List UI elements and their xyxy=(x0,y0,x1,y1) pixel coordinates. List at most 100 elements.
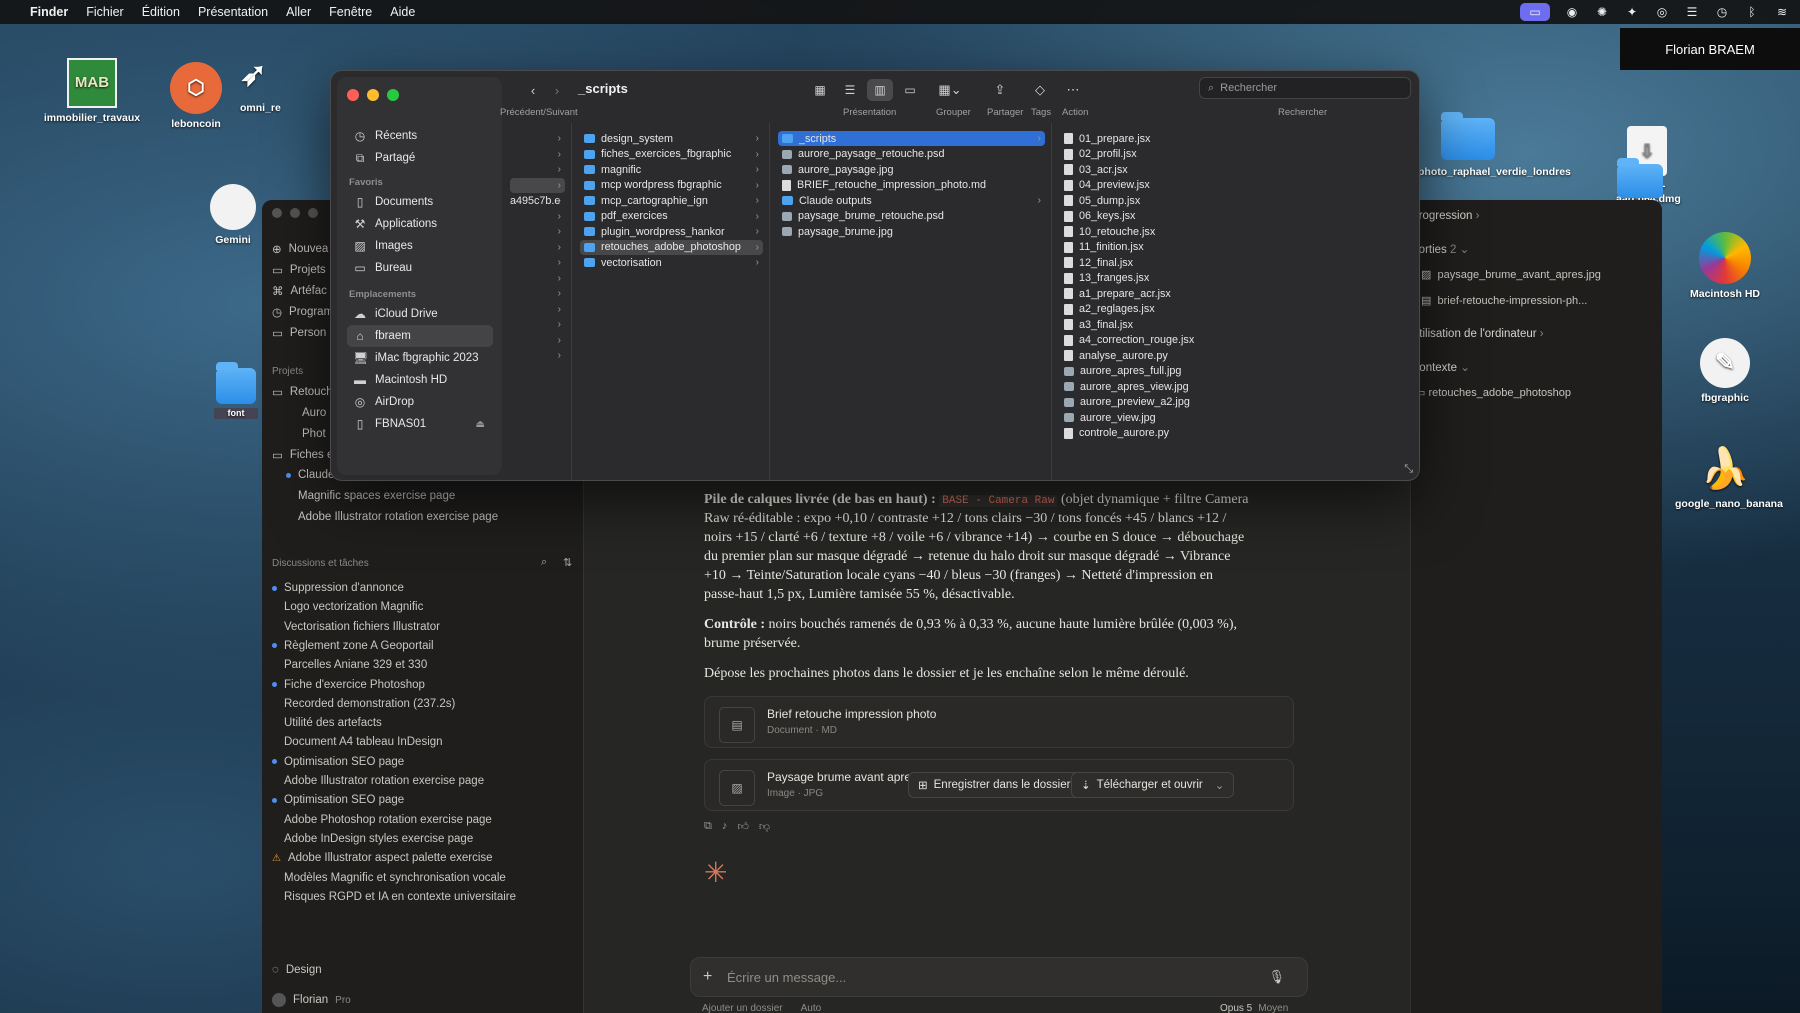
discussion-item[interactable]: Document A4 tableau InDesign xyxy=(272,733,443,751)
discussion-item[interactable]: Suppression d'annonce xyxy=(272,579,404,597)
discussion-item[interactable]: Modèles Magnific et synchronisation voca… xyxy=(272,869,506,887)
message-composer[interactable]: + Écrire un message... 🎙︎ xyxy=(690,957,1308,997)
zoom-button[interactable] xyxy=(308,208,318,218)
desktop-icon-folder[interactable] xyxy=(1615,158,1665,202)
file-row[interactable]: 04_preview.jsx xyxy=(1060,178,1415,193)
sparkle-icon[interactable]: ✦ xyxy=(1624,5,1640,19)
file-row[interactable]: 06_keys.jsx xyxy=(1060,209,1415,224)
sidebar-item-design[interactable]: ◌ Design xyxy=(272,961,322,979)
sidebar-item-artifacts[interactable]: ⌘ Artéfac xyxy=(272,282,327,300)
file-row[interactable]: fiches_exercices_fbgraphic › xyxy=(580,147,763,162)
discussion-item[interactable]: Adobe Illustrator rotation exercise page xyxy=(272,772,484,790)
project-retouch[interactable]: ▭ Retouch xyxy=(272,383,333,401)
file-row[interactable]: aurore_apres_full.jpg xyxy=(1060,364,1415,379)
speaker-icon[interactable]: ♪ xyxy=(722,820,728,833)
sidebar-item-recents[interactable]: ◷ Récents xyxy=(347,125,493,147)
file-row[interactable]: a1_prepare_acr.jsx xyxy=(1060,286,1415,301)
column-view-icon[interactable]: ▥ xyxy=(867,79,893,101)
progression-section[interactable]: Progression › xyxy=(1411,210,1479,222)
account-menu[interactable]: Florian Pro xyxy=(272,991,351,1009)
desktop-icon-photo-raphael[interactable]: photo_raphael_verdie_londres xyxy=(1418,112,1571,179)
zoom-button[interactable] xyxy=(387,89,399,101)
file-row[interactable]: _scripts › xyxy=(778,131,1045,146)
eye-icon[interactable]: ◎ xyxy=(1654,5,1670,19)
file-row[interactable]: aurore_apres_view.jpg xyxy=(1060,379,1415,394)
drive-icon[interactable]: ☰ xyxy=(1684,5,1700,19)
microphone-icon[interactable]: 🎙︎ xyxy=(1268,969,1285,985)
menu-aide[interactable]: Aide xyxy=(390,5,415,19)
file-row[interactable]: 01_prepare.jsx xyxy=(1060,131,1415,146)
attachment-card-brief[interactable]: ▤ Brief retouche impression photo Docume… xyxy=(704,696,1294,748)
file-row[interactable]: aurore_view.jpg xyxy=(1060,410,1415,425)
filter-icon[interactable]: ⇅ xyxy=(563,556,572,569)
project-subitem[interactable]: Phot xyxy=(302,425,326,443)
icon-view-icon[interactable]: ▦ xyxy=(807,79,833,101)
file-row[interactable]: magnific › xyxy=(580,162,763,177)
sidebar-item-projects[interactable]: ▭ Projets xyxy=(272,261,326,279)
output-file-brief[interactable]: ▤ brief-retouche-impression-ph... xyxy=(1421,294,1587,307)
menu-edition[interactable]: Édition xyxy=(142,5,180,19)
menu-fichier[interactable]: Fichier xyxy=(86,5,124,19)
file-row[interactable]: 03_acr.jsx xyxy=(1060,162,1415,177)
file-row[interactable]: analyse_aurore.py xyxy=(1060,348,1415,363)
copy-icon[interactable]: ⧉ xyxy=(704,820,712,833)
back-button[interactable]: ‹ xyxy=(522,79,544,101)
discussion-item[interactable]: Risques RGPD et IA en contexte universit… xyxy=(272,888,516,906)
file-row[interactable]: 13_franges.jsx xyxy=(1060,271,1415,286)
menu-aller[interactable]: Aller xyxy=(286,5,311,19)
chevron-down-icon[interactable]: ⌄ xyxy=(1215,778,1225,792)
sidebar-item-personal[interactable]: ▭ Person xyxy=(272,324,326,342)
project-chat-item[interactable]: Magnific spaces exercise page xyxy=(286,487,455,505)
discussion-item[interactable]: Vectorisation fichiers Illustrator xyxy=(272,618,440,636)
discussion-item[interactable]: Adobe Photoshop rotation exercise page xyxy=(272,811,492,829)
file-row[interactable]: › xyxy=(510,333,565,348)
download-open-button[interactable]: ⇣ Télécharger et ouvrir ⌄ xyxy=(1071,772,1235,798)
wifi-icon[interactable]: ≋ xyxy=(1774,5,1790,19)
file-row[interactable]: design_system › xyxy=(580,131,763,146)
file-row[interactable]: aurore_paysage_retouche.psd xyxy=(778,147,1045,162)
status-menu-icon[interactable]: ◉ xyxy=(1564,5,1580,19)
file-row[interactable]: Claude outputs › xyxy=(778,193,1045,208)
desktop-icon-gemini[interactable]: Gemini xyxy=(205,184,261,247)
message-input[interactable]: Écrire un message... xyxy=(727,970,846,985)
file-row[interactable]: › xyxy=(510,271,565,286)
file-row[interactable]: vectorisation › xyxy=(580,255,763,270)
file-row[interactable]: › xyxy=(510,209,565,224)
output-file-jpg[interactable]: ▨ paysage_brume_avant_apres.jpg xyxy=(1421,268,1601,281)
forward-button[interactable]: › xyxy=(546,79,568,101)
discussion-item[interactable]: Logo vectorization Magnific xyxy=(272,598,423,616)
minimize-button[interactable] xyxy=(290,208,300,218)
sidebar-item-macintosh-hd[interactable]: ▬ Macintosh HD xyxy=(347,369,493,391)
file-row[interactable]: › xyxy=(510,302,565,317)
discussion-item[interactable]: Optimisation SEO page xyxy=(272,753,404,771)
sidebar-item-icloud[interactable]: ☁ iCloud Drive xyxy=(347,303,493,325)
menu-presentation[interactable]: Présentation xyxy=(198,5,268,19)
file-row[interactable]: pdf_exercices › xyxy=(580,209,763,224)
file-row[interactable]: a3_final.jsx xyxy=(1060,317,1415,332)
search-field[interactable]: ⌕ Rechercher xyxy=(1199,77,1411,99)
file-row[interactable]: retouches_adobe_photoshop › xyxy=(580,239,763,255)
file-row[interactable]: aurore_paysage.jpg xyxy=(778,162,1045,177)
discussion-item[interactable]: Fiche d'exercice Photoshop xyxy=(272,676,425,694)
thumbs-up-icon[interactable]: 👍︎ xyxy=(737,820,749,833)
file-row[interactable]: › xyxy=(510,162,565,177)
action-menu-icon[interactable]: ⋯ xyxy=(1061,79,1085,101)
discussion-item[interactable]: Optimisation SEO page xyxy=(272,791,404,809)
file-row[interactable]: 10_retouche.jsx xyxy=(1060,224,1415,239)
close-button[interactable] xyxy=(272,208,282,218)
model-selector[interactable]: Opus 5 Moyen xyxy=(1220,1003,1288,1013)
screen-mirroring-icon[interactable]: ▭ xyxy=(1520,3,1550,21)
file-row[interactable]: 11_finition.jsx xyxy=(1060,240,1415,255)
brightness-icon[interactable]: ✺ xyxy=(1594,5,1610,19)
time-machine-icon[interactable]: ◷ xyxy=(1714,5,1730,19)
resize-handle-icon[interactable]: ⤡ xyxy=(1404,463,1413,476)
file-row[interactable]: › xyxy=(510,286,565,301)
discussion-item[interactable]: Recorded demonstration (237.2s) xyxy=(272,695,455,713)
file-row[interactable]: › xyxy=(510,317,565,332)
menu-fenetre[interactable]: Fenêtre xyxy=(329,5,372,19)
eject-icon[interactable]: ⏏ xyxy=(476,419,485,430)
bluetooth-icon[interactable]: ᛒ xyxy=(1744,5,1760,19)
discussion-item[interactable]: ⚠ Adobe Illustrator aspect palette exerci… xyxy=(272,849,493,867)
file-row[interactable]: mcp_cartographie_ign › xyxy=(580,193,763,208)
file-row[interactable]: 02_profil.jsx xyxy=(1060,147,1415,162)
